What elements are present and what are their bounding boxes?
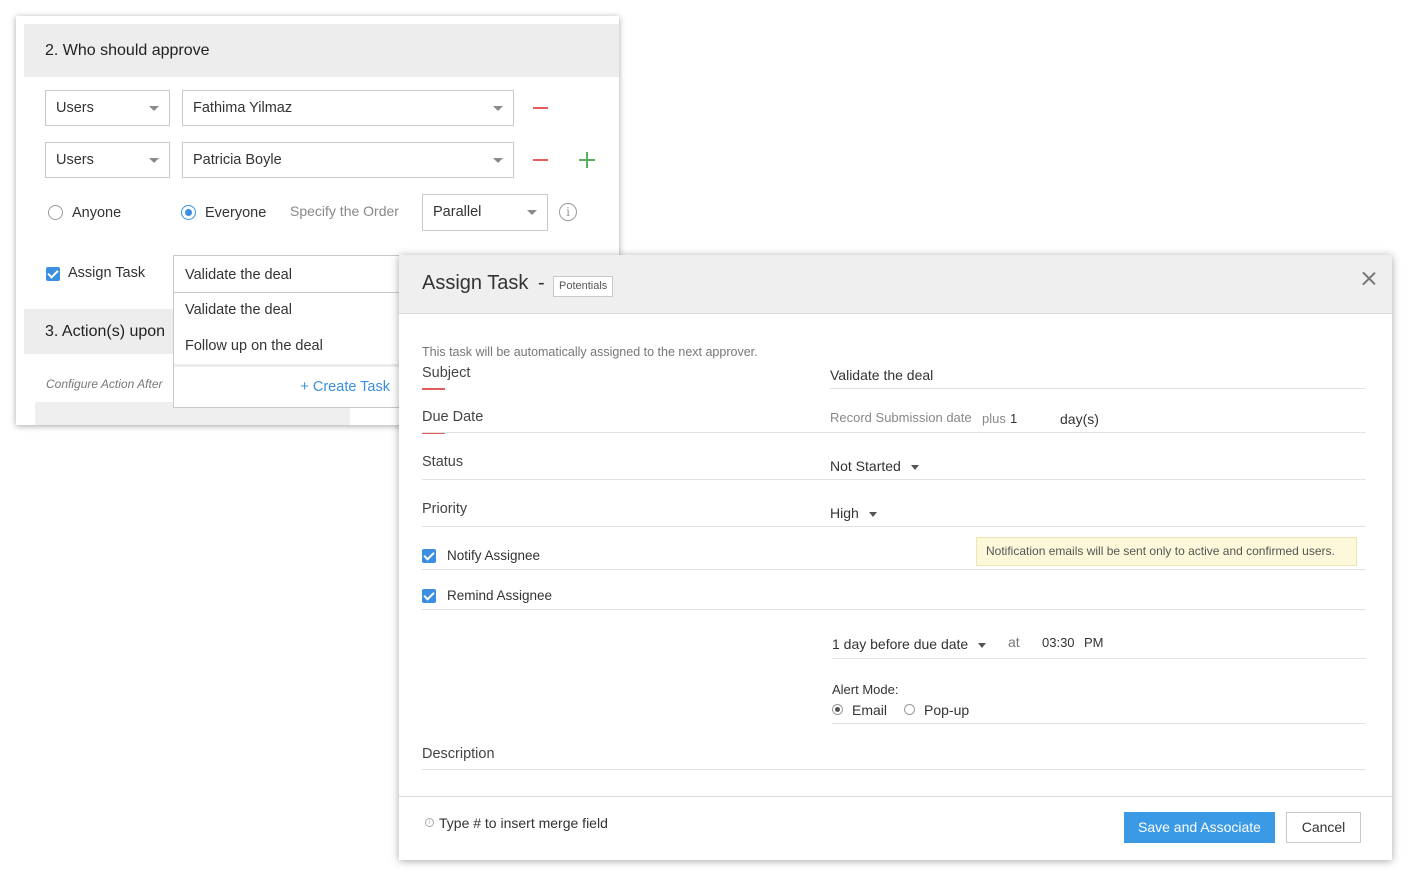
chevron-down-icon: [910, 464, 919, 470]
remind-when-select[interactable]: 1 day before due date: [832, 636, 987, 652]
chevron-down-icon: [527, 210, 537, 215]
task-dropdown-list: Validate the deal Follow up on the deal …: [173, 292, 403, 408]
status-select[interactable]: Not Started: [830, 458, 919, 474]
alert-email-radio[interactable]: [832, 704, 843, 715]
radio-anyone-label: Anyone: [72, 205, 122, 221]
remind-time-input[interactable]: 03:30: [1042, 635, 1075, 650]
field-underline: [422, 479, 1366, 480]
field-underline: [832, 658, 1366, 659]
due-plus-text: plus: [982, 411, 1006, 426]
order-select[interactable]: Parallel: [422, 194, 548, 231]
close-icon[interactable]: [1362, 272, 1376, 286]
remind-ampm-select[interactable]: PM: [1084, 635, 1104, 650]
alert-popup-radio[interactable]: [904, 704, 915, 715]
modal-header: Assign Task - Potentials: [399, 255, 1392, 314]
due-base-field: Record Submission date: [830, 410, 972, 425]
remove-approver-icon[interactable]: [533, 107, 548, 109]
add-approver-icon[interactable]: [579, 152, 595, 168]
approver-user-value: Patricia Boyle: [193, 152, 282, 168]
approver-type-value: Users: [56, 100, 94, 116]
info-icon: i: [425, 818, 434, 827]
field-underline: [830, 388, 1366, 389]
assign-task-checkbox[interactable]: [46, 267, 60, 281]
section-who-should-approve: 2. Who should approve: [24, 24, 619, 77]
alert-popup-label: Pop-up: [924, 702, 970, 718]
configure-note: Configure Action After: [46, 377, 163, 391]
order-value: Parallel: [433, 204, 482, 220]
assign-task-modal: Assign Task - Potentials This task will …: [399, 255, 1392, 860]
remind-assignee-checkbox[interactable]: [422, 589, 436, 603]
priority-value: High: [830, 505, 859, 521]
alert-email-label: Email: [852, 702, 888, 718]
approver-type-select-1[interactable]: Users: [45, 90, 170, 126]
field-underline: [422, 569, 1366, 570]
field-underline: [422, 432, 1366, 433]
radio-anyone[interactable]: [48, 205, 63, 220]
approver-user-select-2[interactable]: Patricia Boyle: [182, 142, 514, 178]
subject-label: Subject: [422, 365, 471, 381]
task-select-input[interactable]: Validate the deal: [173, 255, 403, 293]
field-underline: [422, 526, 1366, 527]
status-value: Not Started: [830, 458, 901, 474]
task-option[interactable]: Follow up on the deal: [185, 338, 323, 354]
module-badge: Potentials: [553, 276, 614, 297]
required-marker: [422, 388, 445, 390]
field-underline: [832, 723, 1366, 724]
title-separator: -: [538, 272, 545, 294]
remind-at-text: at: [1008, 634, 1020, 650]
description-field[interactable]: [422, 769, 1366, 770]
modal-title: Assign Task: [422, 272, 529, 294]
info-icon[interactable]: i: [559, 203, 577, 221]
order-label: Specify the Order: [290, 203, 399, 219]
merge-field-hint: Type # to insert merge field: [439, 815, 608, 831]
notify-assignee-checkbox[interactable]: [422, 549, 436, 563]
notify-note: Notification emails will be sent only to…: [976, 537, 1357, 566]
approver-user-value: Fathima Yilmaz: [193, 100, 293, 116]
remove-approver-icon[interactable]: [533, 159, 548, 161]
dropdown-divider: [174, 364, 402, 367]
due-unit-text: day(s): [1060, 411, 1099, 427]
description-label: Description: [422, 746, 495, 762]
status-label: Status: [422, 454, 464, 470]
save-and-associate-button[interactable]: Save and Associate: [1124, 812, 1275, 843]
footer-divider: [399, 796, 1392, 797]
chevron-down-icon: [868, 511, 877, 517]
priority-label: Priority: [422, 501, 468, 517]
chevron-down-icon: [149, 106, 159, 111]
alert-mode-label: Alert Mode:: [832, 682, 899, 697]
remind-when-value: 1 day before due date: [832, 636, 969, 652]
chevron-down-icon: [978, 642, 987, 648]
notify-assignee-label: Notify Assignee: [447, 548, 541, 563]
priority-select[interactable]: High: [830, 505, 877, 521]
subject-field[interactable]: Validate the deal: [830, 367, 933, 383]
due-date-label: Due Date: [422, 409, 484, 425]
assign-task-label: Assign Task: [68, 265, 146, 281]
approver-type-value: Users: [56, 152, 94, 168]
field-underline: [422, 609, 1366, 610]
radio-everyone[interactable]: [181, 205, 196, 220]
cancel-button[interactable]: Cancel: [1286, 812, 1361, 843]
chevron-down-icon: [493, 106, 503, 111]
approver-type-select-2[interactable]: Users: [45, 142, 170, 178]
intro-text: This task will be automatically assigned…: [422, 345, 758, 359]
chevron-down-icon: [149, 158, 159, 163]
chevron-down-icon: [493, 158, 503, 163]
task-option[interactable]: Validate the deal: [185, 302, 292, 318]
remind-assignee-label: Remind Assignee: [447, 588, 553, 603]
approver-user-select-1[interactable]: Fathima Yilmaz: [182, 90, 514, 126]
radio-everyone-label: Everyone: [205, 205, 267, 221]
create-task-link[interactable]: + Create Task: [300, 379, 390, 395]
due-days-input[interactable]: 1: [1010, 411, 1017, 426]
